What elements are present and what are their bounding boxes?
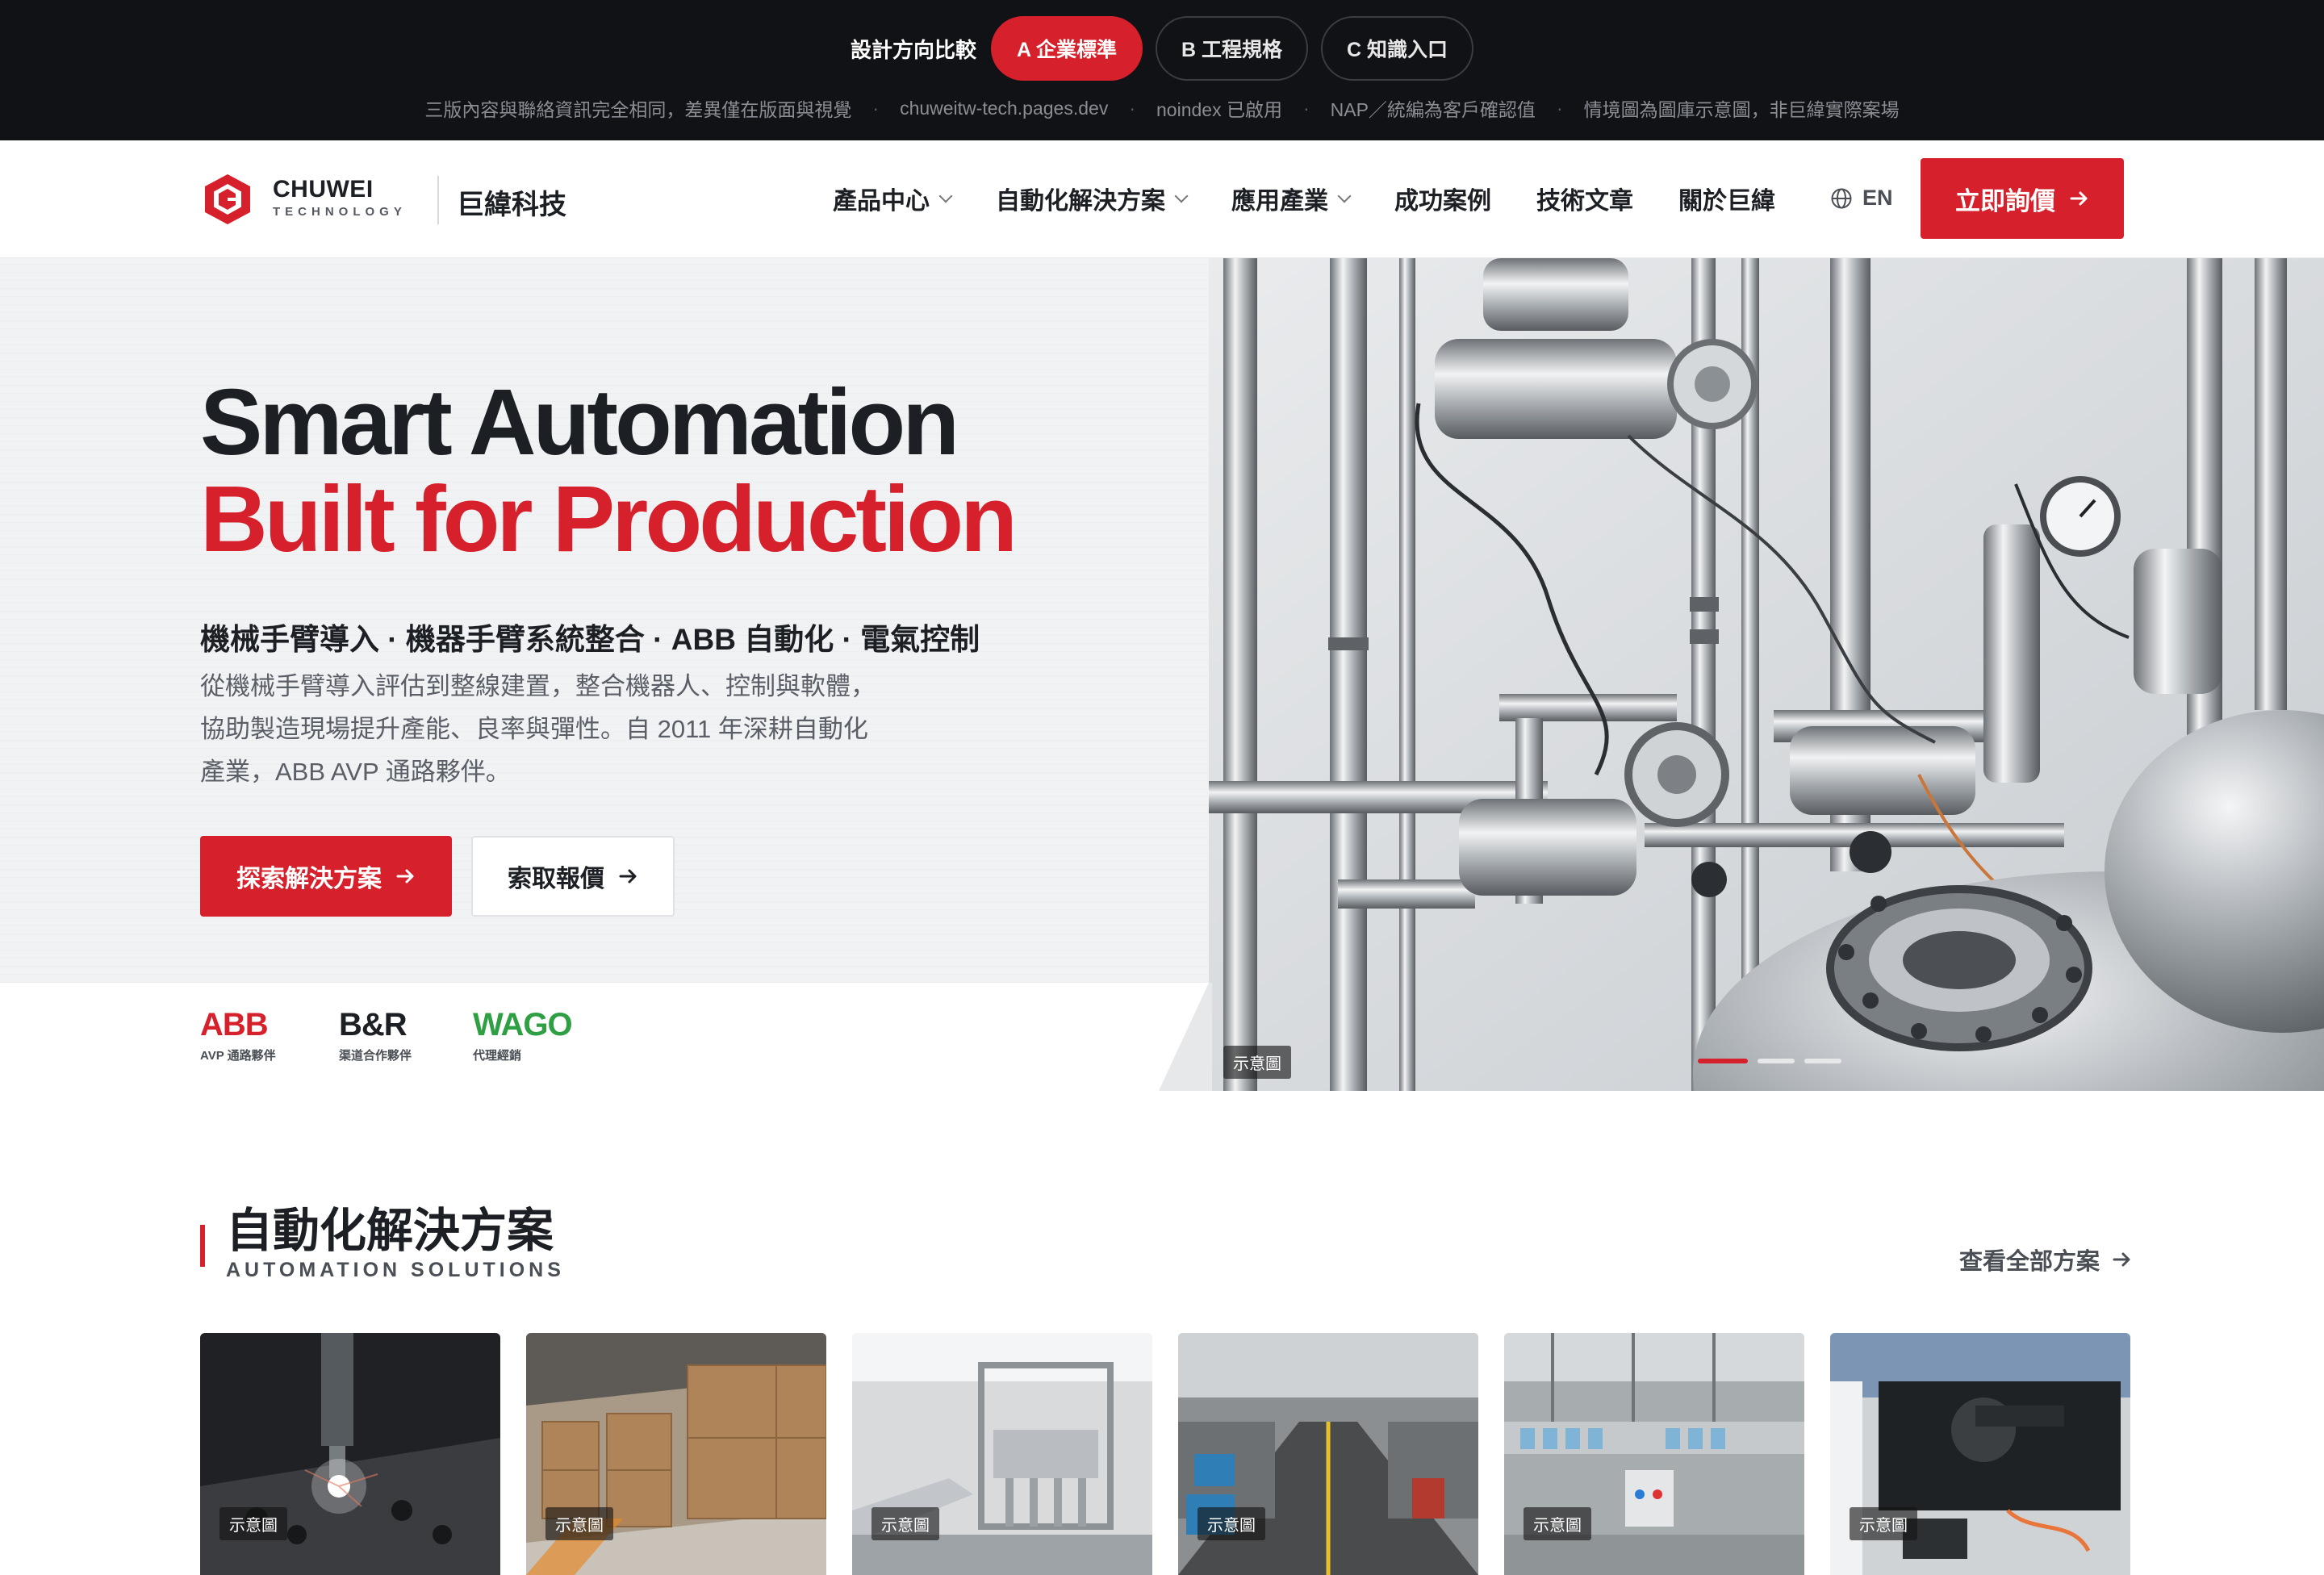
language-label: EN (1862, 186, 1893, 210)
partner-name: WAGO (473, 1007, 573, 1042)
partner-name: ABB (200, 1007, 269, 1042)
solution-card-laser-cutting[interactable]: 示意圖 (200, 1333, 500, 1575)
solution-card-robot-cell[interactable]: 示意圖 (1830, 1333, 2130, 1575)
nav-label: 應用產業 (1231, 188, 1328, 215)
arrow-right-icon (2070, 191, 2088, 206)
cta-label: 立即詢價 (1955, 186, 2055, 215)
solution-card-factory-floor[interactable]: 示意圖 (1178, 1333, 1478, 1575)
design-compare-bar: 設計方向比較 A 企業標準 B 工程規格 C 知識入口 三版內容與聯絡資訊完全相… (0, 0, 2324, 140)
brand-name-en[interactable]: CHUWEI (273, 176, 374, 203)
compare-option-b[interactable]: B 工程規格 (1156, 16, 1309, 81)
nav-item-articles[interactable]: 技術文章 (1536, 181, 1633, 216)
see-all-solutions-link[interactable]: 查看全部方案 (1959, 1243, 2132, 1276)
button-label: 索取報價 (508, 866, 604, 892)
nav-item-cases[interactable]: 成功案例 (1394, 181, 1491, 216)
note-separator: · (1302, 97, 1310, 119)
nav-label: 成功案例 (1394, 188, 1491, 215)
compare-label: 設計方向比較 (850, 37, 976, 62)
image-disclaimer-tag: 示意圖 (1198, 1507, 1265, 1540)
note-domain: chuweitw-tech.pages.dev (900, 97, 1109, 119)
solution-card-packaging[interactable]: 示意圖 (852, 1333, 1152, 1575)
image-disclaimer-tag: 示意圖 (872, 1507, 939, 1540)
partner-strip-slant (1159, 983, 1212, 1091)
hero-title-line-2: Built for Production (200, 466, 1018, 571)
chuwei-logo-icon[interactable] (202, 173, 253, 226)
carousel-dot[interactable] (1758, 1059, 1795, 1063)
image-disclaimer-tag: 示意圖 (1850, 1507, 1917, 1540)
section-title: 自動化解決方案 (226, 1205, 554, 1257)
nav-label: 產品中心 (833, 188, 930, 215)
language-switch[interactable]: EN (1830, 186, 1893, 211)
carousel-dot[interactable] (1804, 1059, 1841, 1063)
chevron-down-icon (938, 189, 953, 203)
partner-br[interactable]: B&R 渠道合作夥伴 (339, 1007, 412, 1063)
partner-role: 代理經銷 (473, 1049, 522, 1063)
image-disclaimer-tag: 示意圖 (219, 1507, 287, 1540)
compare-notes: 三版內容與聯絡資訊完全相同，差異僅在版面與視覺 · chuweitw-tech.… (0, 95, 2324, 121)
note-nap: NAP／統編為客戶確認值 (1330, 99, 1536, 120)
note-separator: · (872, 97, 880, 119)
hero-description: 從機械手臂導入評估到整線建置，整合機器人、控制與軟體，協助製造現場提升產能、良率… (200, 672, 876, 786)
hero-carousel-dots (1698, 1059, 1841, 1063)
hero-image (1209, 258, 2324, 1091)
section-subtitle: AUTOMATION SOLUTIONS (226, 1259, 565, 1281)
image-disclaimer-tag: 示意圖 (1223, 1046, 1291, 1079)
nav-item-industries[interactable]: 應用產業 (1231, 181, 1352, 216)
hero-machinery-illustration (1209, 258, 2324, 1091)
site-header: CHUWEI TECHNOLOGY 巨緯科技 產品中心 自動化解決方案 應用產業… (0, 140, 2324, 258)
nav-item-products[interactable]: 產品中心 (833, 181, 953, 216)
hero-title-line-1: Smart Automation (200, 370, 959, 474)
section-accent-bar (200, 1225, 205, 1267)
solution-cards: 示意圖 示意圖 示意圖 示意圖 示意圖 示意圖 (200, 1333, 2130, 1575)
request-quote-button[interactable]: 索取報價 (471, 836, 675, 917)
solution-card-warehouse[interactable]: 示意圖 (526, 1333, 826, 1575)
see-all-label: 查看全部方案 (1959, 1249, 2100, 1275)
partner-name: B&R (339, 1007, 408, 1042)
compare-option-a[interactable]: A 企業標準 (990, 16, 1143, 81)
partner-wago[interactable]: WAGO 代理經銷 (473, 1007, 573, 1063)
image-disclaimer-tag: 示意圖 (1524, 1507, 1591, 1540)
note-separator: · (1556, 97, 1563, 119)
quote-cta-button[interactable]: 立即詢價 (1921, 158, 2124, 239)
nav-item-solutions[interactable]: 自動化解決方案 (996, 181, 1189, 216)
partner-abb[interactable]: ABB AVP 通路夥伴 (200, 1007, 276, 1063)
partner-strip (0, 983, 1210, 1091)
explore-solutions-button[interactable]: 探索解決方案 (200, 836, 452, 917)
note-noindex: noindex 已啟用 (1156, 99, 1282, 120)
note-separator: · (1129, 97, 1135, 119)
note-stock-images: 情境圖為圖庫示意圖，非巨緯實際案場 (1583, 99, 1900, 120)
nav-item-about[interactable]: 關於巨緯 (1678, 181, 1775, 216)
nav-label: 技術文章 (1536, 188, 1633, 215)
compare-row: 設計方向比較 A 企業標準 B 工程規格 C 知識入口 (0, 16, 2324, 81)
nav-label: 自動化解決方案 (996, 188, 1165, 215)
chevron-down-icon (1174, 189, 1189, 203)
brand-divider (437, 176, 439, 224)
solution-card-bottling-line[interactable]: 示意圖 (1504, 1333, 1804, 1575)
partner-role: AVP 通路夥伴 (200, 1049, 276, 1063)
hero-subtitle: 機械手臂導入 · 機器手臂系統整合 · ABB 自動化 · 電氣控制 (200, 623, 980, 656)
carousel-dot[interactable] (1698, 1059, 1748, 1063)
note-same-content: 三版內容與聯絡資訊完全相同，差異僅在版面與視覺 (424, 99, 852, 120)
globe-icon (1831, 188, 1852, 208)
brand-tagline: TECHNOLOGY (273, 205, 407, 219)
button-label: 探索解決方案 (236, 866, 382, 892)
partner-role: 渠道合作夥伴 (339, 1049, 412, 1063)
brand-name-zh[interactable]: 巨緯科技 (457, 182, 566, 222)
arrow-right-icon (2113, 1252, 2130, 1267)
arrow-right-icon (619, 869, 637, 884)
arrow-right-icon (396, 869, 414, 884)
nav-label: 關於巨緯 (1678, 188, 1775, 215)
main-nav: 產品中心 自動化解決方案 應用產業 成功案例 技術文章 關於巨緯 (833, 178, 1775, 219)
compare-option-c[interactable]: C 知識入口 (1321, 16, 1474, 81)
image-disclaimer-tag: 示意圖 (545, 1507, 613, 1540)
chevron-down-icon (1337, 189, 1352, 203)
